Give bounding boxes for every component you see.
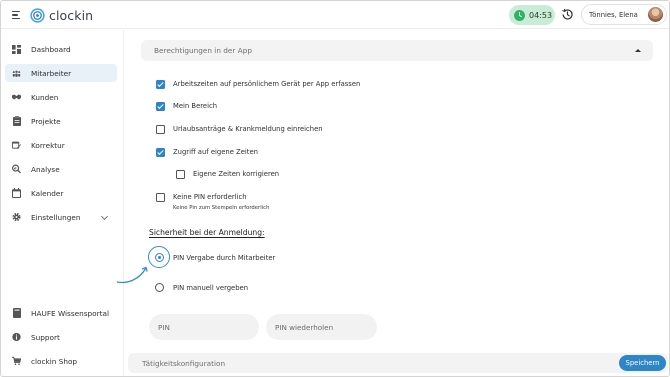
sidebar-item-label: HAUFE Wissensportal bbox=[31, 308, 110, 318]
radio-pin-by-employee[interactable]: PIN Vergabe durch Mitarbeiter bbox=[155, 253, 275, 262]
clockin-logo-icon bbox=[30, 7, 45, 23]
pin-repeat-input[interactable] bbox=[266, 314, 377, 340]
sidebar: Dashboard Mitarbeiter Kunden Projekte Ko… bbox=[1, 30, 124, 376]
users-icon bbox=[12, 69, 21, 78]
caret-up-icon bbox=[635, 49, 641, 52]
clipboard-icon bbox=[12, 116, 21, 126]
sidebar-item-haufe[interactable]: HAUFE Wissensportal bbox=[5, 304, 117, 322]
sidebar-item-label: Mitarbeiter bbox=[31, 68, 72, 78]
sidebar-item-label: Analyse bbox=[31, 164, 60, 174]
checkbox[interactable] bbox=[156, 148, 165, 157]
permission-no-pin-required[interactable]: Keine PIN erforderlich Keine Pin zum Ste… bbox=[156, 193, 269, 211]
sidebar-item-label: Einstellungen bbox=[31, 212, 81, 222]
checkbox[interactable] bbox=[156, 125, 165, 134]
gear-icon bbox=[12, 212, 21, 222]
radio-button[interactable] bbox=[155, 283, 164, 292]
pin-input[interactable] bbox=[149, 314, 259, 340]
save-button[interactable]: Speichern bbox=[619, 355, 666, 371]
brand-logo[interactable]: clockin bbox=[30, 6, 93, 24]
user-menu[interactable]: Tönnies, Elena bbox=[581, 4, 667, 25]
book-icon bbox=[12, 308, 21, 318]
permission-app-time-tracking[interactable]: Arbeitszeiten auf persönlichem Gerät per… bbox=[156, 80, 360, 89]
chevron-down-icon bbox=[100, 212, 109, 221]
menu-icon[interactable] bbox=[12, 11, 21, 19]
history-icon[interactable] bbox=[561, 8, 574, 21]
checkbox[interactable] bbox=[156, 102, 165, 111]
dashboard-icon bbox=[12, 44, 21, 54]
user-name: Tönnies, Elena bbox=[589, 10, 638, 19]
calendar-icon bbox=[12, 188, 21, 198]
sidebar-item-korrektur[interactable]: Korrektur bbox=[5, 136, 117, 154]
sidebar-item-projekte[interactable]: Projekte bbox=[5, 112, 117, 130]
pointer-arrow-icon bbox=[116, 266, 148, 284]
sidebar-item-label: Projekte bbox=[31, 116, 61, 126]
main-content: Berechtigungen in der App Arbeitszeiten … bbox=[116, 30, 669, 376]
sidebar-item-shop[interactable]: clockin Shop bbox=[5, 352, 117, 370]
avatar bbox=[648, 7, 663, 22]
permission-my-area[interactable]: Mein Bereich bbox=[156, 102, 217, 111]
sidebar-item-label: Korrektur bbox=[31, 140, 65, 150]
radio-button[interactable] bbox=[155, 253, 164, 262]
section-title: Berechtigungen in der App bbox=[154, 46, 252, 55]
sidebar-item-kunden[interactable]: Kunden bbox=[5, 88, 117, 106]
radio-pin-manual[interactable]: PIN manuell vergeben bbox=[155, 283, 248, 292]
checkbox[interactable] bbox=[156, 193, 165, 202]
permission-correct-own-times[interactable]: Eigene Zeiten korrigieren bbox=[176, 170, 279, 179]
checkbox-label: Mein Bereich bbox=[173, 102, 218, 110]
cart-icon bbox=[12, 356, 21, 366]
permission-leave-requests[interactable]: Urlaubsanträge & Krankmeldung einreichen bbox=[156, 125, 323, 134]
sidebar-item-label: Kalender bbox=[31, 188, 64, 198]
checkbox-label: Arbeitszeiten auf persönlichem Gerät per… bbox=[173, 80, 361, 88]
checkbox-label: Keine PIN erforderlich bbox=[173, 193, 247, 201]
activity-config-section-header[interactable]: Tätigkeitskonfiguration bbox=[128, 353, 668, 373]
checkbox-label: Urlaubsanträge & Krankmeldung einreichen bbox=[173, 125, 323, 133]
checkbox-label: Eigene Zeiten korrigieren bbox=[193, 170, 280, 178]
timer-value: 04:53 bbox=[529, 10, 553, 20]
checkbox-sublabel: Keine Pin zum Stempeln erforderlich bbox=[173, 205, 270, 211]
handshake-icon bbox=[12, 93, 21, 102]
clock-icon bbox=[514, 9, 525, 21]
permission-own-times-access[interactable]: Zugriff auf eigene Zeiten bbox=[156, 148, 258, 157]
sidebar-item-einstellungen[interactable]: Einstellungen bbox=[5, 208, 117, 226]
security-heading: Sicherheit bei der Anmeldung: bbox=[149, 228, 265, 237]
sidebar-item-label: clockin Shop bbox=[31, 356, 78, 366]
sidebar-item-mitarbeiter[interactable]: Mitarbeiter bbox=[5, 64, 117, 82]
sidebar-item-dashboard[interactable]: Dashboard bbox=[5, 40, 117, 58]
info-icon bbox=[12, 332, 21, 342]
radio-label: PIN Vergabe durch Mitarbeiter bbox=[173, 253, 276, 262]
sidebar-item-kalender[interactable]: Kalender bbox=[5, 184, 117, 202]
permissions-section-header[interactable]: Berechtigungen in der App bbox=[141, 40, 653, 61]
sidebar-item-label: Dashboard bbox=[31, 44, 71, 54]
sidebar-item-support[interactable]: Support bbox=[5, 328, 117, 346]
checkbox-label: Zugriff auf eigene Zeiten bbox=[173, 148, 258, 156]
sidebar-item-analyse[interactable]: Analyse bbox=[5, 160, 117, 178]
sidebar-item-label: Kunden bbox=[31, 92, 59, 102]
magnifier-chart-icon bbox=[12, 164, 21, 174]
checkbox[interactable] bbox=[176, 170, 185, 179]
checkbox[interactable] bbox=[156, 80, 165, 89]
radio-label: PIN manuell vergeben bbox=[173, 283, 249, 292]
top-bar: clockin 04:53 Tönnies, Elena bbox=[1, 1, 669, 29]
running-timer[interactable]: 04:53 bbox=[509, 5, 555, 25]
sidebar-item-label: Support bbox=[31, 332, 60, 342]
calendar-edit-icon bbox=[12, 141, 21, 150]
section-title: Tätigkeitskonfiguration bbox=[142, 358, 226, 368]
app-window: clockin 04:53 Tönnies, Elena Dashboard M… bbox=[0, 0, 670, 377]
brand-name: clockin bbox=[49, 7, 94, 23]
